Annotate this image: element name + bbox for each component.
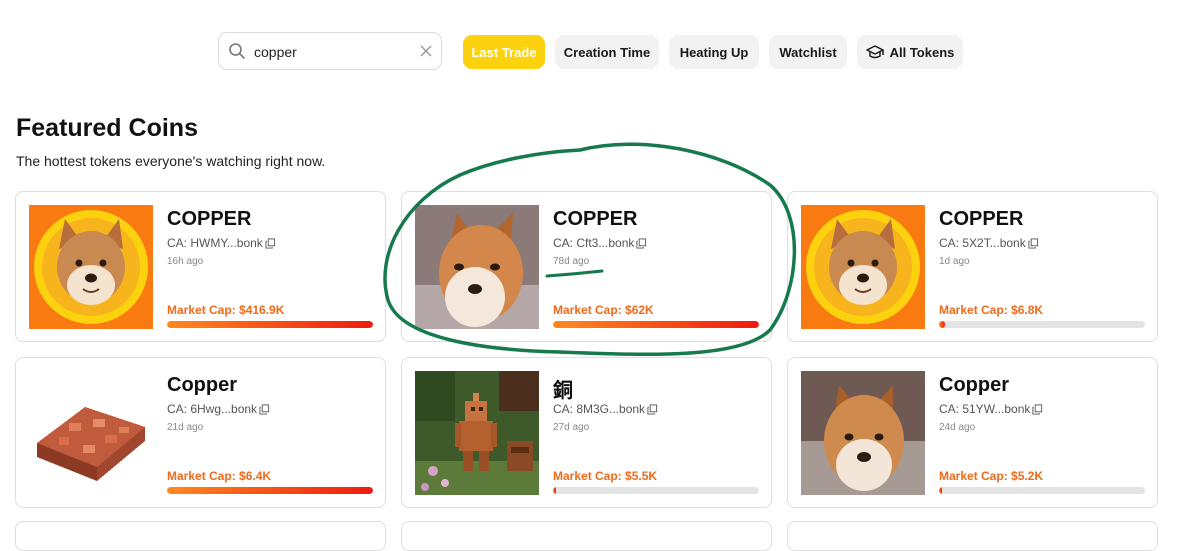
coin-age: 24d ago	[939, 422, 976, 433]
market-cap: Market Cap: $6.4K	[167, 469, 272, 483]
coin-image-shiba-coin-logo	[29, 205, 153, 329]
filter-label: Last Trade	[471, 44, 537, 60]
coin-name: Copper	[939, 374, 1009, 396]
coin-age: 78d ago	[553, 256, 590, 267]
search-input[interactable]: copper	[254, 44, 297, 60]
ca-text: CA: HWMY...bonk	[167, 236, 263, 250]
market-cap: Market Cap: $5.2K	[939, 469, 1044, 483]
copy-icon[interactable]	[636, 237, 647, 249]
ca-text: CA: Cft3...bonk	[553, 236, 635, 250]
filter-label: Watchlist	[779, 44, 837, 60]
coin-age: 21d ago	[167, 422, 204, 433]
progress-fill	[553, 487, 557, 494]
coin-card[interactable]: COPPER CA: Cft3...bonk 78d ago Market Ca…	[401, 191, 772, 342]
coin-image-copper-ingot-pixel	[29, 371, 153, 495]
contract-address[interactable]: CA: HWMY...bonk	[167, 236, 276, 250]
coin-name: COPPER	[939, 208, 1024, 230]
coin-card-partial[interactable]	[401, 521, 772, 551]
coin-card[interactable]: Copper CA: 51YW...bonk 24d ago Market Ca…	[787, 357, 1158, 508]
progress-bar	[553, 487, 759, 494]
progress-fill	[167, 487, 373, 494]
progress-bar	[167, 321, 373, 328]
ca-text: CA: 51YW...bonk	[939, 402, 1031, 416]
coin-card-partial[interactable]	[787, 521, 1158, 551]
coin-card[interactable]: COPPER CA: 5X2T...bonk 1d ago Market Cap…	[787, 191, 1158, 342]
coin-image-shiba-coin-logo	[801, 205, 925, 329]
contract-address[interactable]: CA: 6Hwg...bonk	[167, 402, 270, 416]
coin-name: Copper	[167, 374, 237, 396]
market-cap: Market Cap: $6.8K	[939, 303, 1044, 317]
coin-name: 銅	[553, 380, 573, 402]
progress-bar	[553, 321, 759, 328]
copy-icon[interactable]	[259, 403, 270, 415]
featured-title: Featured Coins	[16, 114, 198, 142]
coin-age: 1d ago	[939, 256, 970, 267]
market-cap: Market Cap: $5.5K	[553, 469, 658, 483]
contract-address[interactable]: CA: Cft3...bonk	[553, 236, 647, 250]
coin-card[interactable]: 銅 CA: 8M3G...bonk 27d ago Market Cap: $5…	[401, 357, 772, 508]
coin-card-partial[interactable]	[15, 521, 386, 551]
contract-address[interactable]: CA: 51YW...bonk	[939, 402, 1043, 416]
progress-bar	[167, 487, 373, 494]
coin-card[interactable]: Copper CA: 6Hwg...bonk 21d ago Market Ca…	[15, 357, 386, 508]
filter-all-tokens[interactable]: All Tokens	[857, 35, 963, 69]
progress-fill	[167, 321, 373, 328]
copy-icon[interactable]	[265, 237, 276, 249]
search-box[interactable]: copper	[218, 32, 442, 70]
filter-watchlist[interactable]: Watchlist	[769, 35, 847, 69]
progress-bar	[939, 487, 1145, 494]
progress-fill	[939, 321, 946, 328]
coin-image-shiba-photo-close	[801, 371, 925, 495]
progress-fill	[939, 487, 943, 494]
filter-creation-time[interactable]: Creation Time	[555, 35, 659, 69]
coin-age: 16h ago	[167, 256, 204, 267]
filter-label: Heating Up	[679, 44, 749, 60]
copy-icon[interactable]	[1028, 237, 1039, 249]
coin-image-shiba-photo	[415, 205, 539, 329]
progress-bar	[939, 321, 1145, 328]
coin-card[interactable]: COPPER CA: HWMY...bonk 16h ago Market Ca…	[15, 191, 386, 342]
search-icon	[229, 43, 245, 59]
market-cap: Market Cap: $62K	[553, 303, 654, 317]
filter-label: All Tokens	[889, 44, 955, 60]
ca-text: CA: 5X2T...bonk	[939, 236, 1026, 250]
coin-image-copper-golem-scene	[415, 371, 539, 495]
ca-text: CA: 6Hwg...bonk	[167, 402, 258, 416]
ca-text: CA: 8M3G...bonk	[553, 402, 646, 416]
copy-icon[interactable]	[1032, 403, 1043, 415]
clear-icon[interactable]	[417, 42, 435, 60]
filter-heating-up[interactable]: Heating Up	[669, 35, 759, 69]
coin-age: 27d ago	[553, 422, 590, 433]
filter-label: Creation Time	[563, 44, 651, 60]
coin-name: COPPER	[167, 208, 252, 230]
filter-last-trade[interactable]: Last Trade	[463, 35, 545, 69]
contract-address[interactable]: CA: 8M3G...bonk	[553, 402, 658, 416]
progress-fill	[553, 321, 759, 328]
graduation-cap-icon	[865, 45, 884, 59]
copy-icon[interactable]	[647, 403, 658, 415]
featured-subtitle: The hottest tokens everyone's watching r…	[16, 153, 326, 169]
market-cap: Market Cap: $416.9K	[167, 303, 285, 317]
contract-address[interactable]: CA: 5X2T...bonk	[939, 236, 1039, 250]
coin-name: COPPER	[553, 208, 638, 230]
